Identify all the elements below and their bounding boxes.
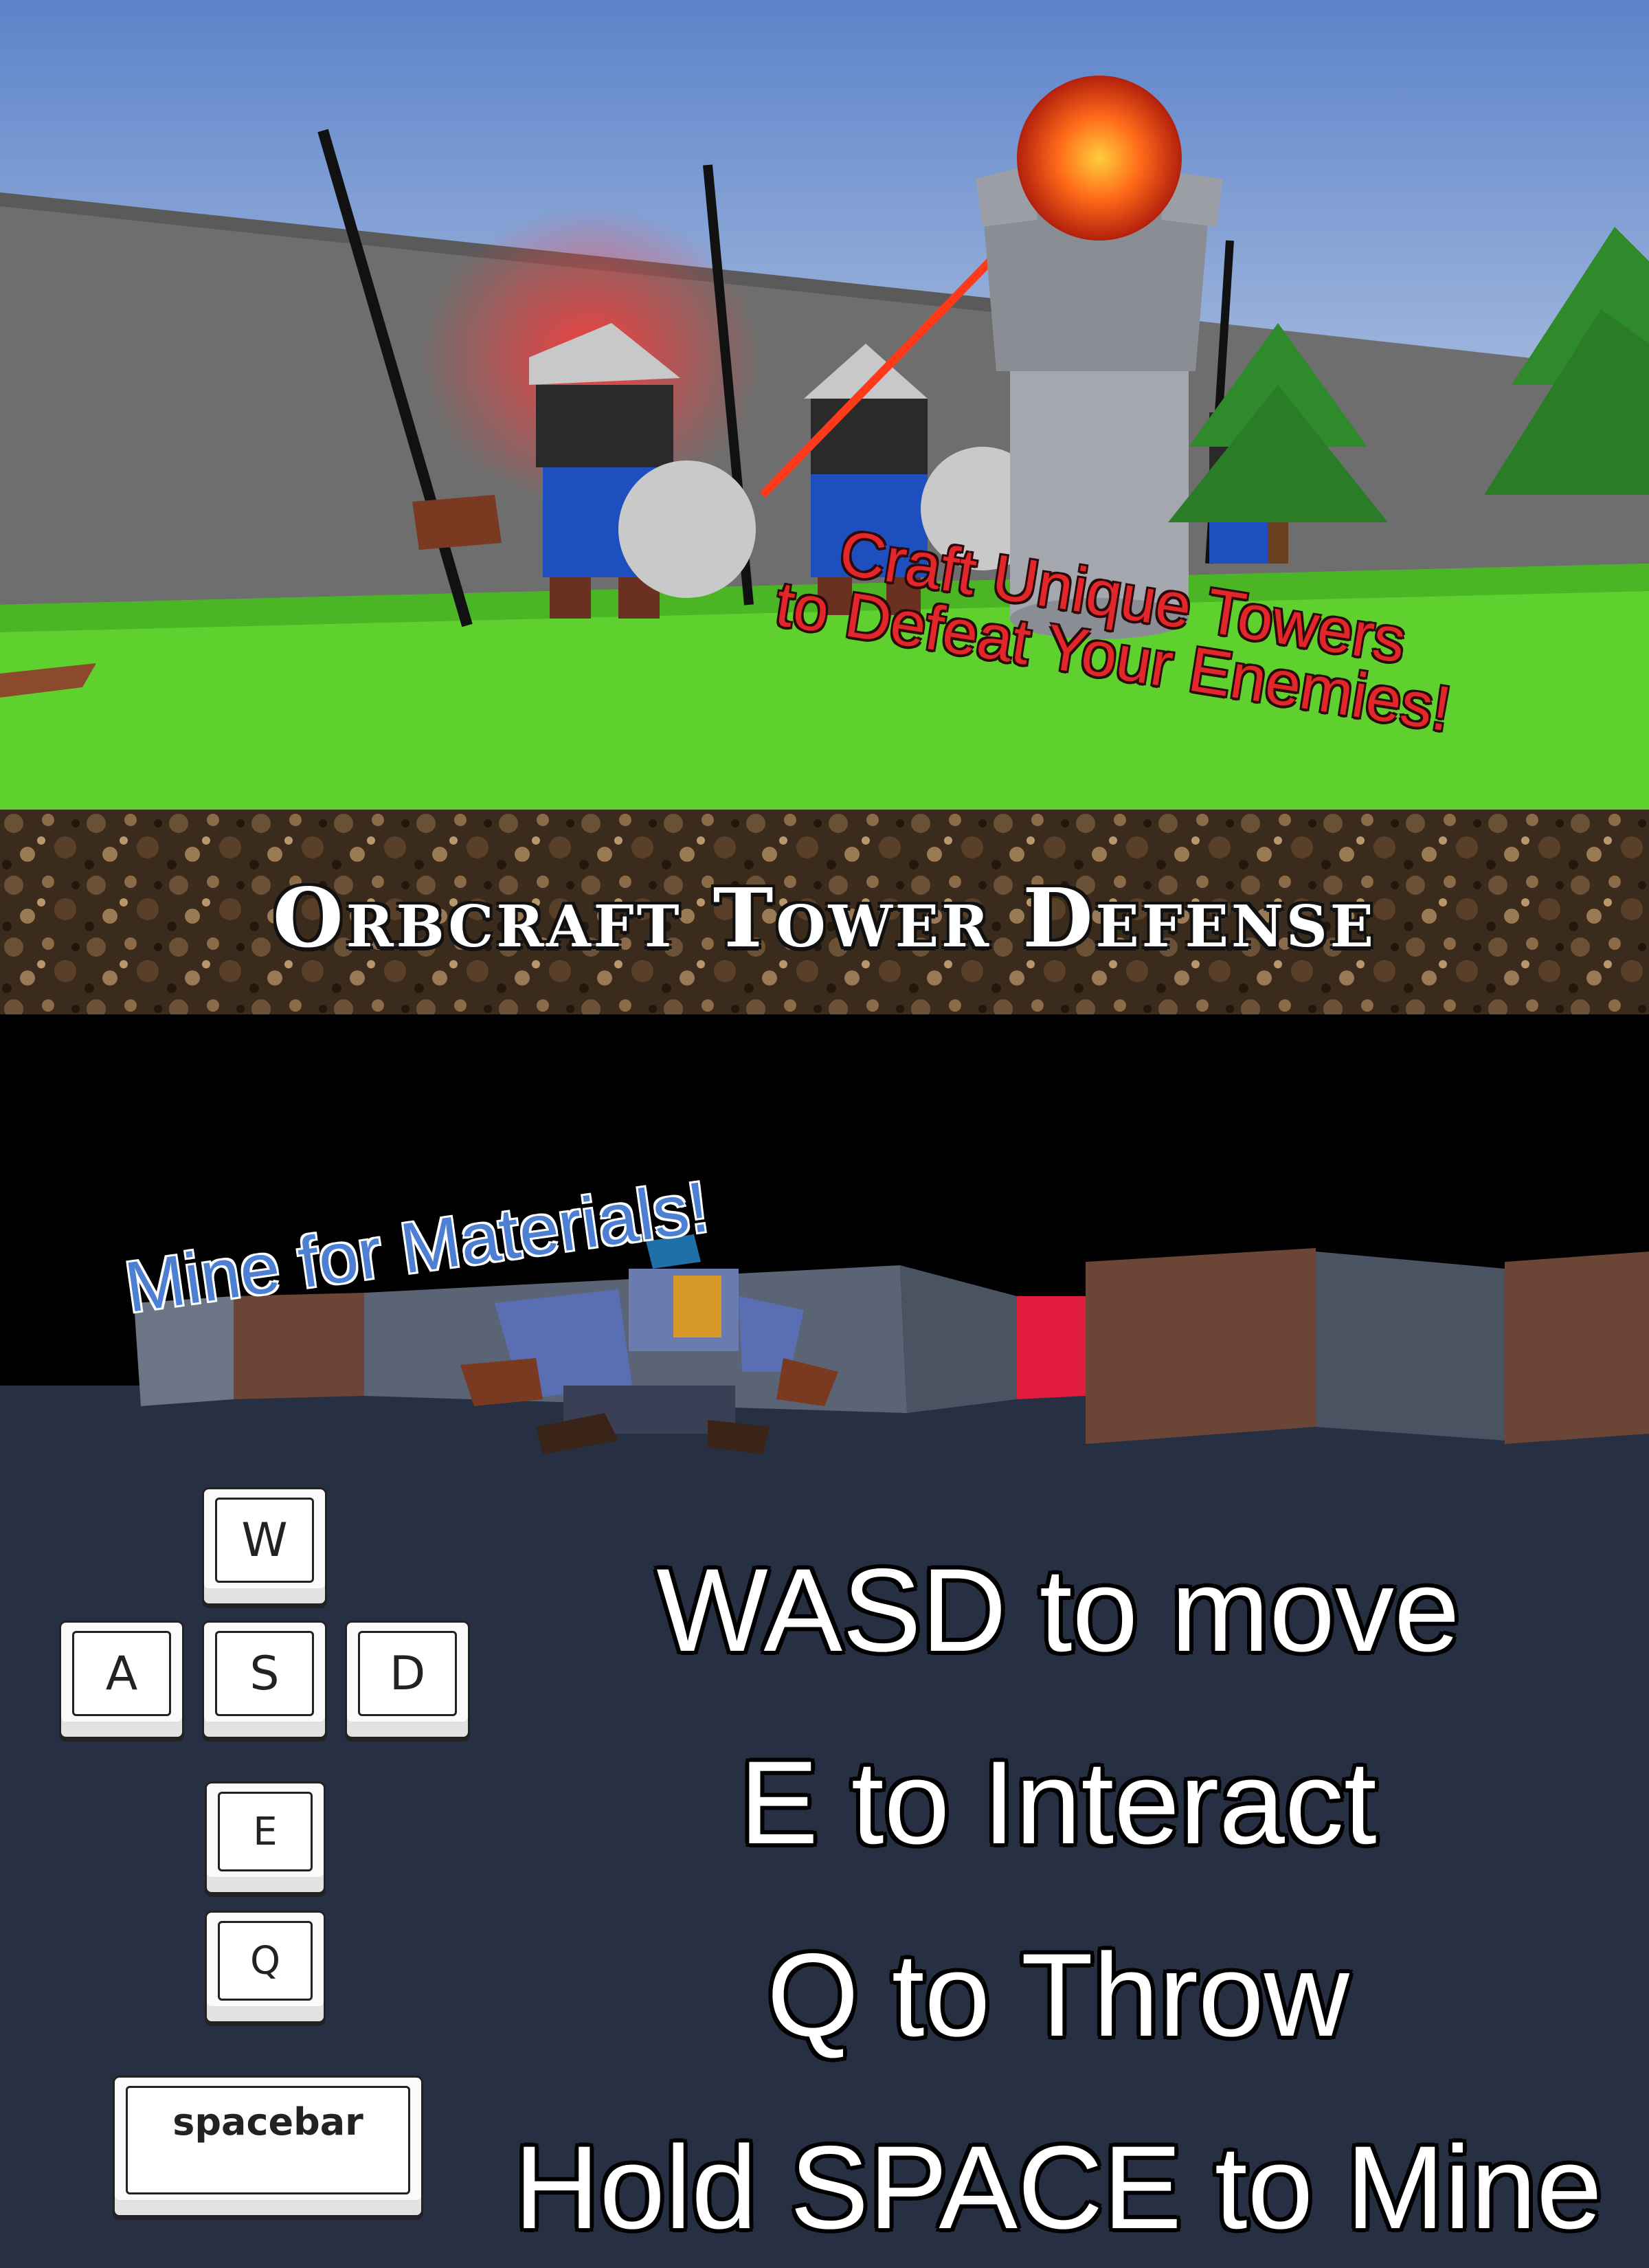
fire-orb [1017, 76, 1182, 241]
controls-panel: W A S D E Q spacebar WASD to move E to I… [0, 1474, 1649, 2268]
key-e-label: E [218, 1792, 313, 1871]
key-d-label: D [358, 1631, 457, 1716]
title-banner: Orbcraft Tower Defense [0, 810, 1649, 1014]
tower-scene: Craft Unique Towers to Defeat Your Enemi… [0, 0, 1649, 810]
key-s: S [202, 1621, 327, 1739]
key-a: A [59, 1621, 184, 1739]
key-spacebar: spacebar [113, 2076, 423, 2217]
instruction-move: WASD to move [656, 1544, 1460, 1676]
ruby-ore [1017, 1296, 1086, 1399]
key-s-label: S [215, 1631, 314, 1716]
game-title: Orbcraft Tower Defense [272, 870, 1377, 966]
key-a-label: A [72, 1631, 171, 1716]
key-q-label: Q [218, 1921, 313, 2001]
dirt-block [1086, 1248, 1316, 1444]
key-e: E [205, 1781, 326, 1894]
key-q: Q [205, 1911, 326, 2023]
key-w: W [202, 1487, 327, 1605]
mining-scene: Mine for Materials! [0, 1014, 1649, 1474]
instruction-throw: Q to Throw [767, 1929, 1349, 2061]
key-w-label: W [215, 1498, 314, 1583]
instruction-interact: E to Interact [739, 1737, 1377, 1869]
dirt-block [1505, 1252, 1649, 1444]
key-spacebar-label: spacebar [126, 2086, 410, 2194]
key-d: D [345, 1621, 470, 1739]
instruction-mine: Hold SPACE to Mine [514, 2122, 1602, 2254]
